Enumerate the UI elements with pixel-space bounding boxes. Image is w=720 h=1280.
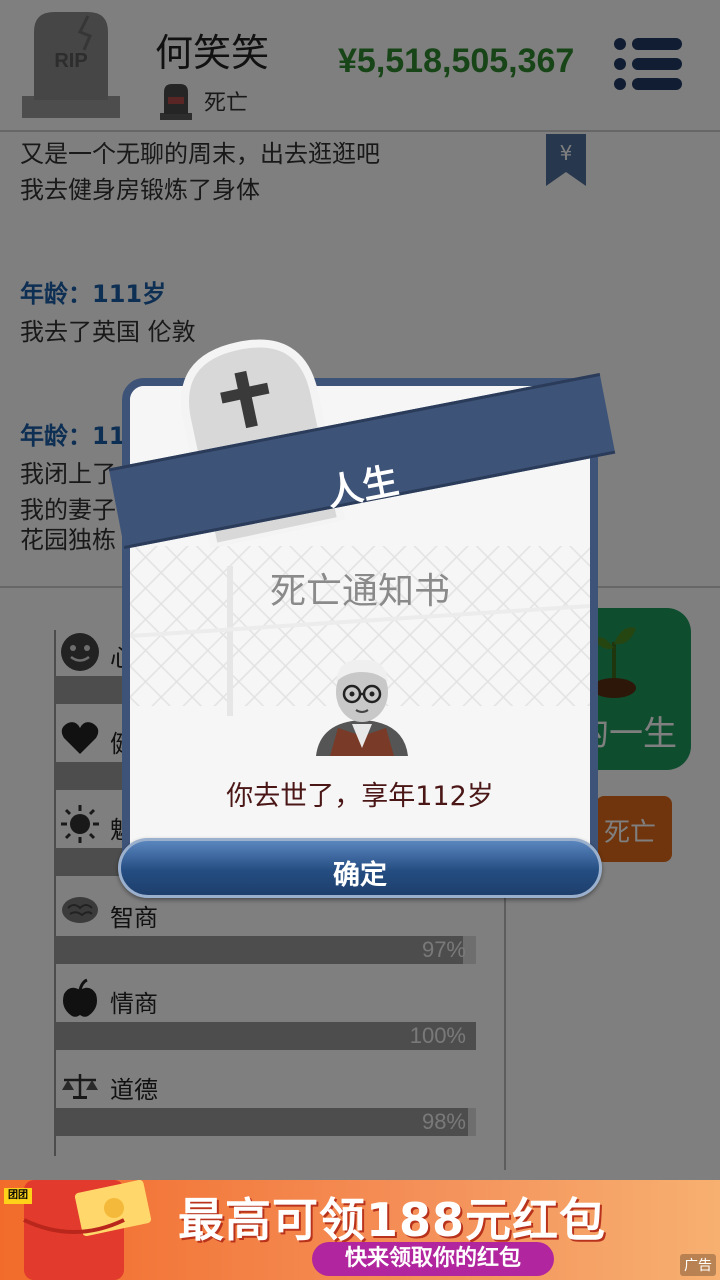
old-man-avatar	[316, 659, 408, 756]
death-message: 你去世了，享年112岁	[226, 781, 494, 812]
confirm-button-label: 确定	[333, 860, 387, 891]
dialog-title: 死亡通知书	[269, 571, 450, 612]
app-screen: RIP 何笑笑 死亡 ¥5,518,505,367 又是一个无聊的周末，出去逛逛…	[0, 0, 720, 1280]
ad-banner[interactable]: 团团 最高可领188元红包 快来领取你的红包 广告	[0, 1180, 720, 1280]
ad-brand-badge: 团团	[4, 1188, 32, 1204]
confirm-button[interactable]: 确定	[118, 838, 602, 898]
ad-headline: 最高可领188元红包	[178, 1193, 607, 1247]
ad-cta-button[interactable]: 快来领取你的红包	[312, 1242, 554, 1276]
ad-tag: 广告	[680, 1254, 716, 1276]
red-envelope-icon	[23, 1180, 152, 1280]
